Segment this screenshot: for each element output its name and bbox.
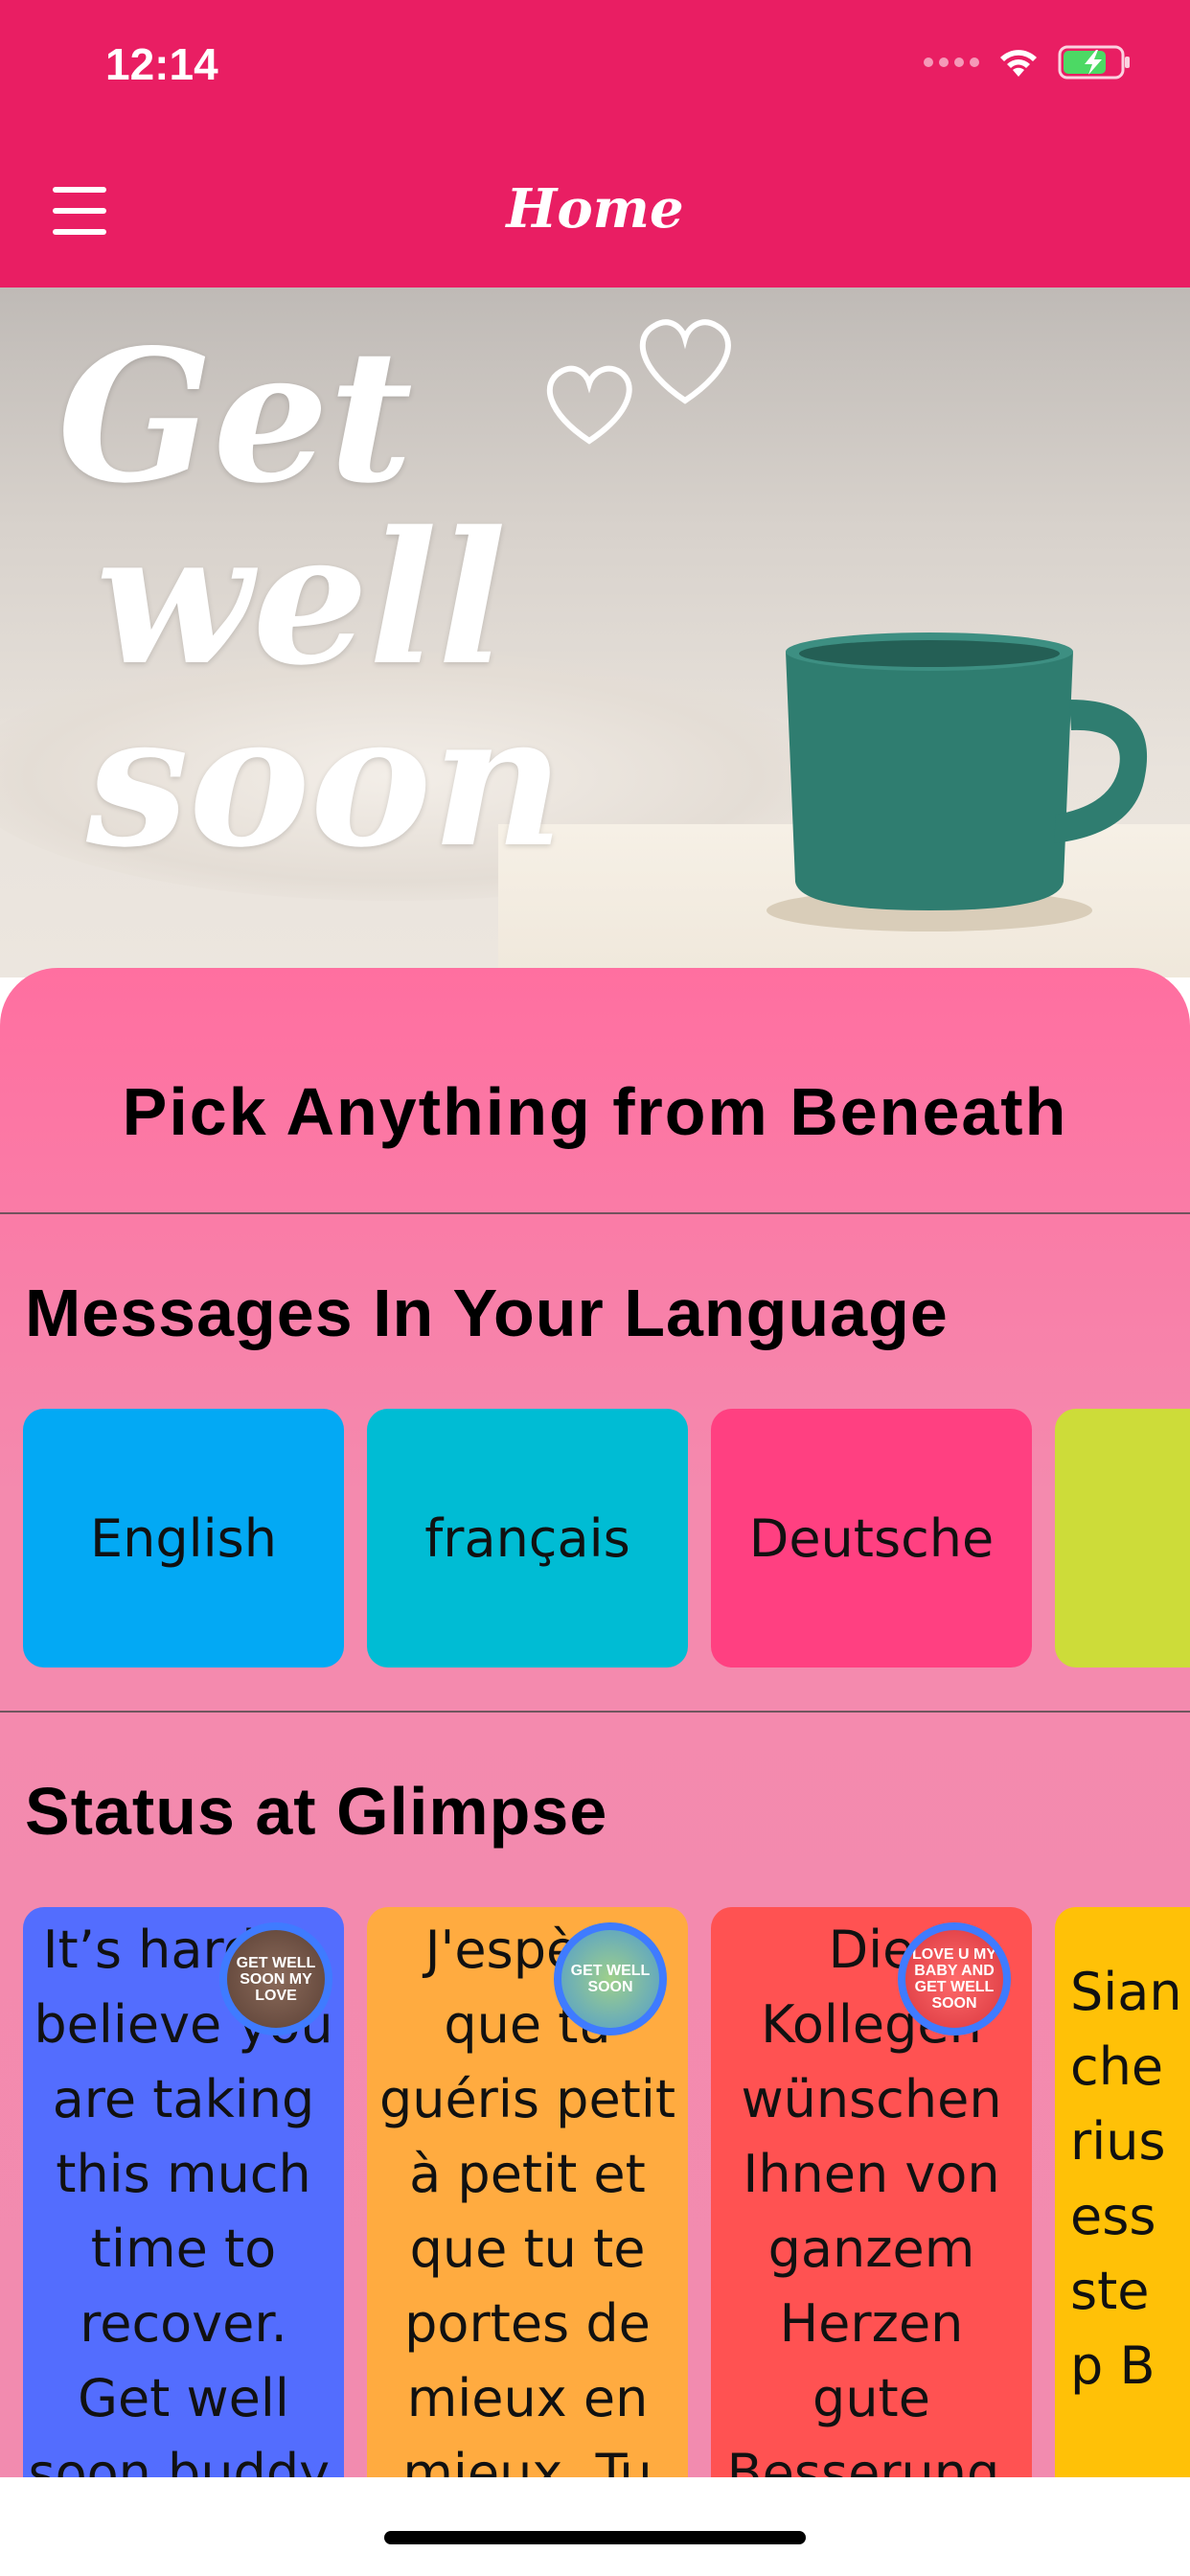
heart-icon — [639, 319, 731, 404]
language-list: English français Deutsche I — [23, 1409, 1190, 1668]
hero-line-1: Get — [57, 310, 413, 523]
pick-heading: Pick Anything from Beneath — [122, 1074, 1068, 1149]
app-screen: 12:14 Home Get well soon Pick Anything f… — [0, 0, 1190, 2576]
language-card-partial[interactable]: I — [1055, 1409, 1190, 1668]
language-card-french[interactable]: français — [367, 1409, 688, 1668]
heart-icon — [546, 365, 632, 445]
hero-text: Get well soon — [57, 326, 564, 872]
language-card-english[interactable]: English — [23, 1409, 344, 1668]
signal-icon — [924, 58, 979, 67]
status-bar: 12:14 — [0, 0, 1190, 134]
status-card[interactable]: Sian che rius ess ste p B — [1055, 1907, 1190, 2482]
language-label: English — [90, 1507, 277, 1569]
home-indicator[interactable] — [384, 2531, 806, 2544]
status-card[interactable]: J'espère que tu guéris petit à petit et … — [367, 1907, 688, 2482]
hero-line-3: soon — [86, 674, 564, 887]
status-list: It’s hard to believe you are taking this… — [23, 1907, 1190, 2482]
status-time: 12:14 — [105, 39, 218, 89]
hero-line-2: well — [96, 492, 507, 705]
status-section-title: Status at Glimpse — [25, 1774, 608, 1849]
home-indicator-area — [0, 2477, 1190, 2576]
app-bar: Home — [0, 134, 1190, 288]
content-panel: Pick Anything from Beneath Messages In Y… — [0, 968, 1190, 2482]
divider — [0, 1212, 1190, 1214]
status-card[interactable]: It’s hard to believe you are taking this… — [23, 1907, 344, 2482]
battery-icon — [1058, 44, 1133, 80]
status-avatar[interactable]: GET WELL SOON MY LOVE — [219, 1922, 332, 2036]
divider — [0, 1711, 1190, 1713]
language-card-german[interactable]: Deutsche — [711, 1409, 1032, 1668]
wifi-icon — [996, 46, 1041, 79]
status-icons — [924, 44, 1133, 80]
page-title: Home — [506, 177, 684, 241]
languages-section-title: Messages In Your Language — [25, 1276, 949, 1350]
status-avatar[interactable]: GET WELL SOON — [554, 1922, 667, 2036]
language-label: Deutsche — [748, 1507, 995, 1569]
status-text: Sian che rius ess ste p B — [1070, 1962, 1182, 2396]
status-avatar[interactable]: LOVE U MY BABY AND GET WELL SOON — [898, 1922, 1011, 2036]
hero-banner-image: Get well soon — [0, 288, 1190, 978]
status-card[interactable]: Die Kollegen wünschen Ihnen von ganzem H… — [711, 1907, 1032, 2482]
language-label: français — [424, 1507, 630, 1569]
mug-image — [767, 632, 1148, 932]
